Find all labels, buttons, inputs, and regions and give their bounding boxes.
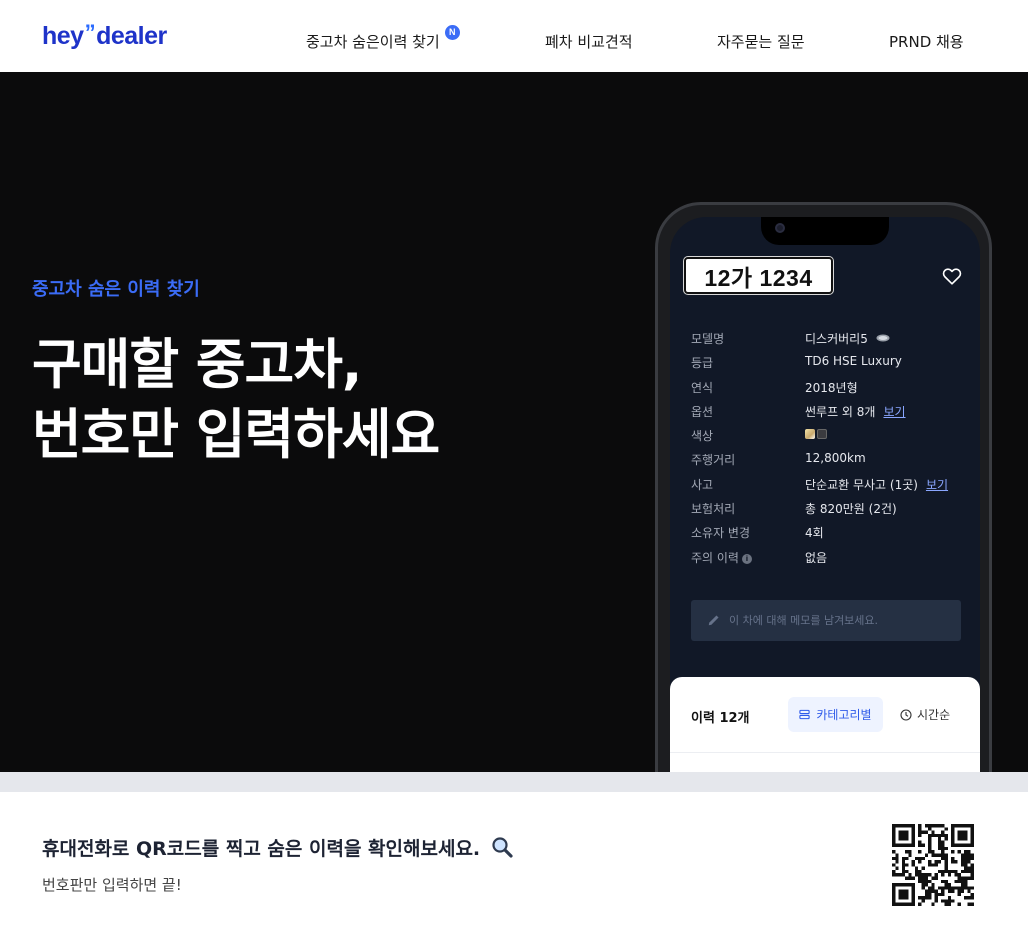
license-plate: 12가 1234 (684, 257, 833, 294)
row-key: 주의 이력 i (691, 549, 752, 566)
qr-title-text: 휴대전화로 QR코드를 찍고 숨은 이력을 확인해보세요. (42, 838, 481, 860)
heart-icon[interactable] (941, 265, 963, 287)
accident-value: 단순교환 무사고 (1곳) (805, 477, 918, 492)
row-value: 단순교환 무사고 (1곳) 보기 (805, 476, 948, 493)
row-key: 주행거리 (691, 453, 736, 468)
qr-code-image (892, 824, 974, 906)
row-key: 옵션 (691, 404, 714, 419)
accident-view-link[interactable]: 보기 (926, 478, 948, 492)
hero-title-line2: 번호만 입력하세요 (32, 403, 440, 466)
category-label: 카테고리별 (816, 708, 872, 722)
options-value: 썬루프 외 8개 (805, 404, 876, 419)
list-icon (799, 709, 811, 720)
nav-faq[interactable]: 자주묻는 질문 (717, 31, 805, 52)
qr-title: 휴대전화로 QR코드를 찍고 숨은 이력을 확인해보세요. (42, 834, 513, 861)
qr-section: 휴대전화로 QR코드를 찍고 숨은 이력을 확인해보세요. 번호판만 입력하면 … (0, 792, 1028, 928)
memo-placeholder: 이 차에 대해 메모를 남겨보세요. (729, 614, 879, 627)
row-value: TD6 HSE Luxury (805, 354, 902, 369)
row-key: 색상 (691, 429, 714, 444)
row-value: 2018년형 (805, 380, 858, 395)
logo-text-dealer: dealer (96, 22, 167, 50)
nav-careers[interactable]: PRND 채용 (889, 31, 964, 52)
row-value (805, 427, 829, 441)
history-card: 이력 12개 카테고리별 시간순 (670, 677, 980, 772)
magnifier-icon (492, 837, 513, 858)
hero-title: 구매할 중고차, 번호만 입력하세요 (32, 330, 440, 470)
divider (670, 752, 980, 753)
heydealer-logo[interactable]: hey”dealer (42, 20, 167, 51)
row-value: 없음 (805, 550, 828, 565)
logo-text-hey: hey (42, 22, 84, 50)
time-label: 시간순 (917, 708, 951, 722)
model-value: 디스커버리5 (805, 332, 868, 346)
camera-icon (775, 223, 785, 233)
category-sort-button[interactable]: 카테고리별 (788, 697, 883, 732)
memo-input[interactable]: 이 차에 대해 메모를 남겨보세요. (691, 600, 961, 641)
phone-screen: 12가 1234 모델명 디스커버리5 등급 TD6 HSE Luxury 연식 (670, 217, 980, 772)
nav-hidden-history[interactable]: 중고차 숨은이력 찾기 N (306, 25, 460, 52)
row-key: 모델명 (691, 332, 725, 346)
row-key: 보험처리 (691, 502, 736, 517)
row-key: 연식 (691, 380, 714, 395)
new-badge: N (444, 25, 460, 40)
row-key: 등급 (691, 356, 714, 371)
history-count: 이력 12개 (691, 711, 750, 726)
row-key: 소유자 변경 (691, 526, 751, 541)
time-sort-button[interactable]: 시간순 (900, 706, 950, 723)
section-divider (0, 772, 1028, 792)
caution-key: 주의 이력 (691, 550, 739, 565)
site-header: hey”dealer 중고차 숨은이력 찾기 N 폐차 비교견적 자주묻는 질문… (0, 0, 1028, 72)
row-value: 4회 (805, 526, 824, 541)
phone-notch (761, 217, 889, 245)
info-icon[interactable]: i (741, 553, 752, 564)
row-value: 디스커버리5 (805, 330, 890, 347)
color-swatch-exterior (805, 429, 815, 440)
pencil-icon (708, 615, 719, 626)
logo-quote: ” (84, 20, 96, 45)
brand-logo-icon (876, 334, 890, 342)
nav-label: 중고차 숨은이력 찾기 (306, 33, 440, 51)
hero-title-line1: 구매할 중고차, (32, 333, 362, 396)
hero-section: 중고차 숨은 이력 찾기 구매할 중고차, 번호만 입력하세요 12가 1234… (0, 72, 1028, 772)
row-key: 사고 (691, 477, 714, 492)
phone-mockup: 12가 1234 모델명 디스커버리5 등급 TD6 HSE Luxury 연식 (655, 202, 992, 772)
hero-kicker: 중고차 숨은 이력 찾기 (32, 279, 200, 300)
qr-subtitle: 번호판만 입력하면 끝! (42, 876, 182, 894)
options-view-link[interactable]: 보기 (883, 405, 905, 419)
nav-scrap-quote[interactable]: 폐차 비교견적 (545, 31, 633, 52)
row-value: 썬루프 외 8개 보기 (805, 403, 906, 420)
row-value: 12,800km (805, 451, 866, 466)
clock-icon (900, 708, 912, 721)
color-swatch-interior (817, 429, 827, 440)
row-value: 총 820만원 (2건) (805, 502, 897, 517)
